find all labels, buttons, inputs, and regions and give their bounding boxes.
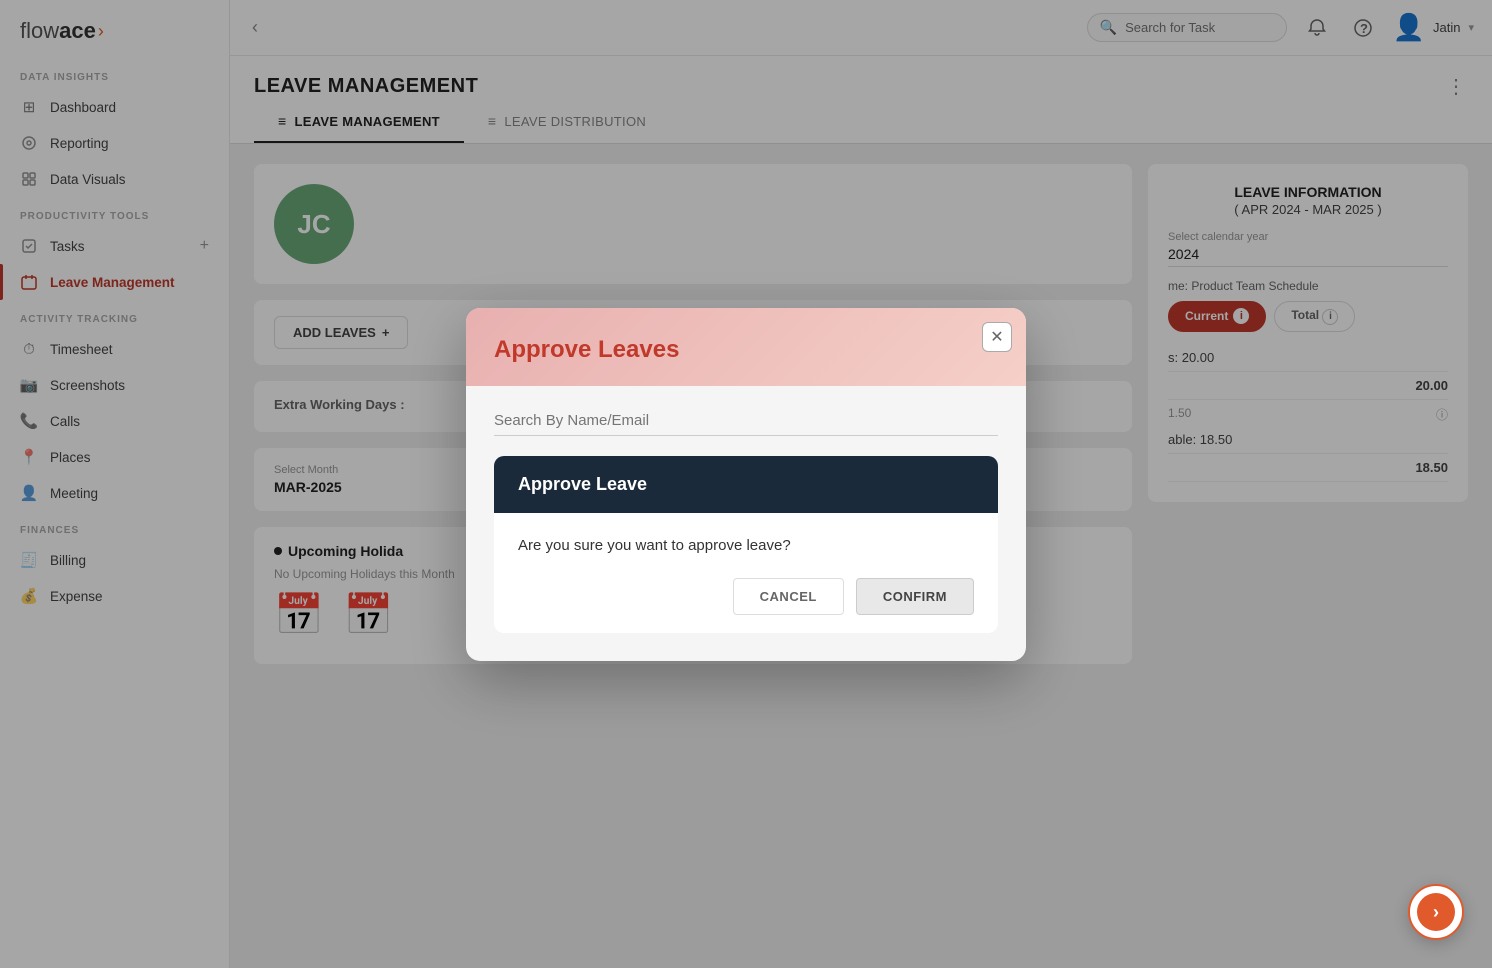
fab-arrow-icon: › (1433, 902, 1439, 923)
search-name-input[interactable] (494, 406, 998, 436)
confirm-dialog-title: Approve Leave (518, 474, 974, 495)
confirm-dialog-header: Approve Leave (494, 456, 998, 513)
confirm-actions: CANCEL CONFIRM (518, 578, 974, 615)
approve-modal-header: Approve Leaves ✕ (466, 308, 1026, 386)
modal-overlay[interactable]: Approve Leaves ✕ Approve Leave Are you s… (0, 0, 1492, 968)
confirm-question: Are you sure you want to approve leave? (518, 537, 974, 554)
confirm-dialog: Approve Leave Are you sure you want to a… (494, 456, 998, 633)
close-icon: ✕ (990, 327, 1003, 347)
approve-modal-body: Approve Leave Are you sure you want to a… (466, 386, 1026, 661)
cancel-button[interactable]: CANCEL (733, 578, 844, 615)
fab-button[interactable]: › (1408, 884, 1464, 940)
fab-inner: › (1417, 893, 1455, 931)
approve-leaves-modal: Approve Leaves ✕ Approve Leave Are you s… (466, 308, 1026, 661)
confirm-dialog-body: Are you sure you want to approve leave? … (494, 513, 998, 633)
confirm-button[interactable]: CONFIRM (856, 578, 974, 615)
approve-modal-close-button[interactable]: ✕ (982, 322, 1012, 352)
approve-modal-title: Approve Leaves (494, 336, 998, 364)
